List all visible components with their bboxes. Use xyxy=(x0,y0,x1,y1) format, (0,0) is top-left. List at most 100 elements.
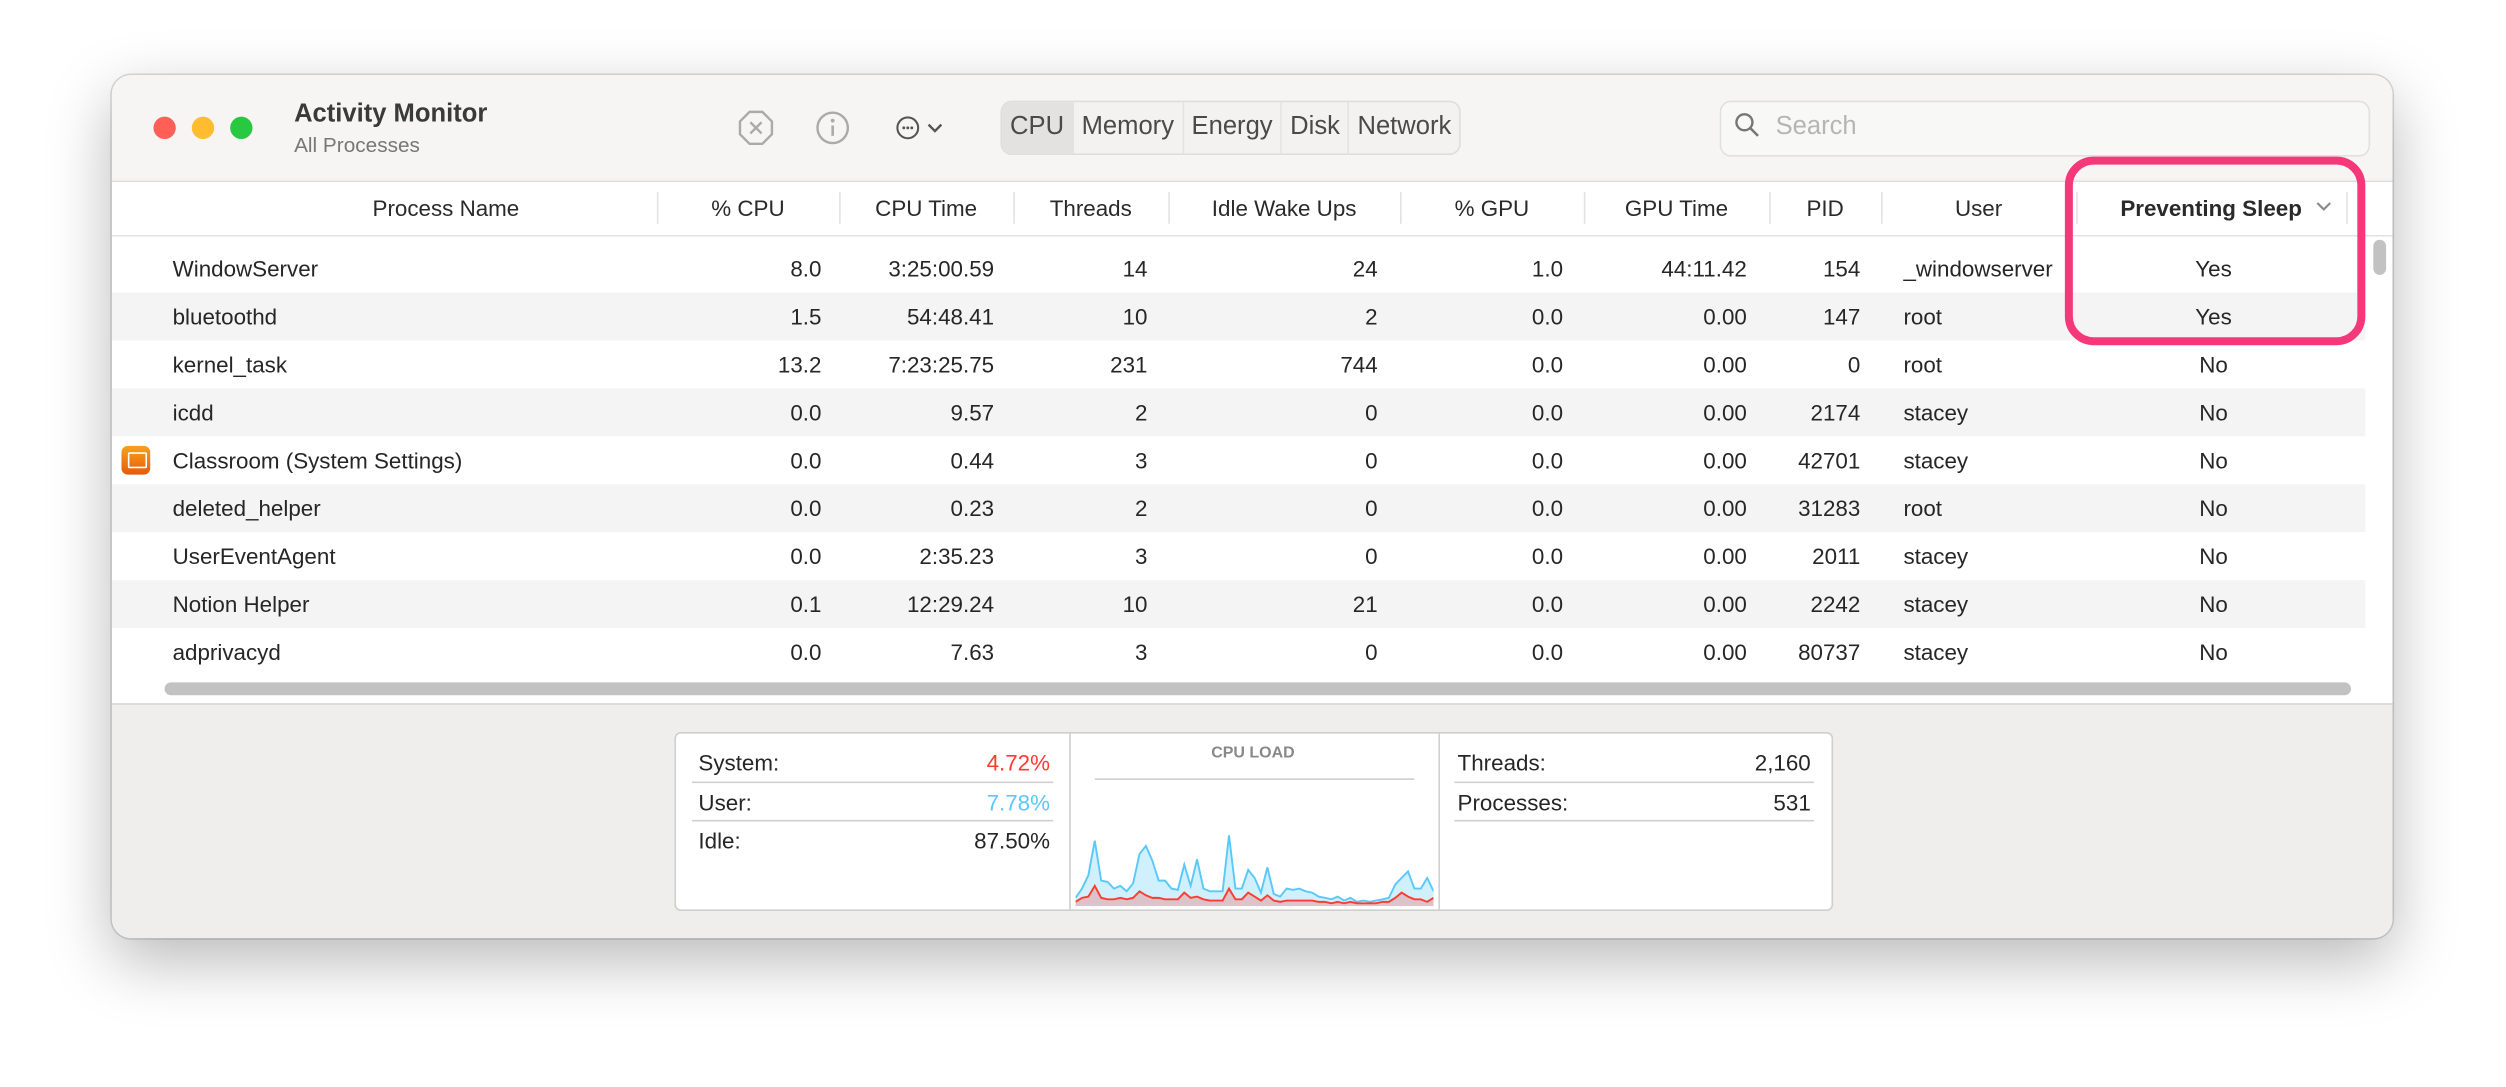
column-header-threads[interactable]: Threads xyxy=(1013,182,1168,235)
cell-idle-wake-ups: 0 xyxy=(1365,543,1378,569)
cell-process-name: icdd xyxy=(172,399,214,426)
cell-pid: 80737 xyxy=(1798,639,1861,665)
stop-process-icon[interactable] xyxy=(738,110,774,153)
activity-monitor-window: Activity Monitor All Processes CPU Memor… xyxy=(111,75,2393,939)
user-label: User: xyxy=(698,789,752,816)
column-separator[interactable] xyxy=(656,191,659,224)
cell-cpu-percent: 0.0 xyxy=(790,399,822,426)
tab-energy[interactable]: Energy xyxy=(1184,102,1283,154)
cell-process-name: kernel_task xyxy=(172,351,288,378)
column-header-gpu-time[interactable]: GPU Time xyxy=(1584,182,1769,235)
cell-threads: 2 xyxy=(1135,399,1148,426)
search-icon xyxy=(1734,112,1760,146)
tab-memory[interactable]: Memory xyxy=(1074,102,1184,154)
classroom-app-icon xyxy=(121,445,151,475)
cell-cpu-time: 2:35.23 xyxy=(919,543,995,569)
cell-user: stacey xyxy=(1903,447,1969,474)
column-header-cpu-percent[interactable]: % CPU xyxy=(657,182,839,235)
threads-value: 2,160 xyxy=(1754,749,1811,776)
tab-network[interactable]: Network xyxy=(1349,102,1459,153)
column-header-pid[interactable]: PID xyxy=(1769,182,1881,235)
close-window-button[interactable] xyxy=(153,116,176,140)
cell-gpu-percent: 0.0 xyxy=(1531,447,1564,474)
vertical-scrollbar[interactable] xyxy=(2373,239,2387,275)
column-separator[interactable] xyxy=(1168,191,1170,224)
cell-user: root xyxy=(1903,495,1943,522)
cell-user: root xyxy=(1903,351,1943,378)
cell-user: stacey xyxy=(1903,543,1969,569)
cell-gpu-time: 0.00 xyxy=(1703,303,1747,330)
table-header: Process Name% CPU CPU Time Threads Idle Wak… xyxy=(111,182,2393,237)
cell-cpu-time: 9.57 xyxy=(950,399,995,426)
cell-gpu-percent: 0.0 xyxy=(1531,543,1564,569)
info-icon[interactable] xyxy=(815,110,850,153)
toolbar: Activity Monitor All Processes CPU Memor… xyxy=(111,75,2393,183)
cell-preventing-sleep: No xyxy=(2199,639,2228,665)
column-separator[interactable] xyxy=(1881,191,1883,224)
table-row[interactable]: bluetoothd 1.5 54:48.41 10 2 0.0 0.00 147 root Ye… xyxy=(111,292,2366,341)
table-row[interactable]: Notion Helper 0.1 12:29.24 10 21 0.0 0.00 2242 s… xyxy=(111,580,2366,629)
cell-threads: 231 xyxy=(1110,351,1148,378)
minimize-window-button[interactable] xyxy=(191,116,215,140)
system-label: System: xyxy=(698,749,780,776)
cell-process-name: Notion Helper xyxy=(172,591,310,617)
cell-preventing-sleep: No xyxy=(2199,447,2228,474)
preventing-sleep-highlight xyxy=(2064,156,2366,346)
cell-gpu-percent: 1.0 xyxy=(1531,255,1564,282)
cell-threads: 10 xyxy=(1122,591,1148,617)
threads-label: Threads: xyxy=(1457,749,1546,776)
cell-threads: 3 xyxy=(1135,639,1148,665)
column-separator[interactable] xyxy=(1583,191,1586,224)
more-actions-button[interactable] xyxy=(895,113,953,150)
window-subtitle: All Processes xyxy=(294,132,420,157)
search-input[interactable] xyxy=(1772,111,2355,144)
table-row[interactable]: adprivacyd 0.0 7.63 3 0 0.0 0.00 80737 stacey No xyxy=(112,628,2365,676)
column-separator[interactable] xyxy=(1400,191,1402,224)
tab-disk[interactable]: Disk xyxy=(1282,102,1350,154)
cell-pid: 0 xyxy=(1847,351,1861,378)
column-header-user[interactable]: User xyxy=(1881,182,2076,235)
column-separator[interactable] xyxy=(839,191,841,224)
cell-gpu-percent: 0.0 xyxy=(1531,399,1564,426)
cell-threads: 3 xyxy=(1135,543,1148,569)
cell-pid: 2174 xyxy=(1810,399,1861,426)
cpu-summary-panel: System: 4.72% User: 7.78% Idle: 87.50% C… xyxy=(674,731,1834,911)
cell-gpu-time: 0.00 xyxy=(1703,495,1747,522)
idle-value: 87.50% xyxy=(974,827,1051,854)
table-row[interactable]: kernel_task 13.2 7:23:25.75 231 744 0.0 0.00 0 r… xyxy=(112,340,2365,388)
cell-pid: 147 xyxy=(1822,303,1861,330)
column-header-cpu-time[interactable]: CPU Time xyxy=(839,182,1013,235)
search-field[interactable] xyxy=(1719,100,2371,157)
window-title: Activity Monitor xyxy=(294,100,488,128)
table-row[interactable]: UserEventAgent 0.0 2:35.23 3 0 0.0 0.00 2011 sta… xyxy=(112,532,2365,580)
cell-preventing-sleep: No xyxy=(2199,543,2228,569)
tab-cpu[interactable]: CPU xyxy=(1002,102,1074,154)
cell-pid: 31283 xyxy=(1798,495,1861,522)
cell-cpu-percent: 0.0 xyxy=(790,495,822,522)
cell-cpu-percent: 8.0 xyxy=(790,255,822,282)
cell-user: stacey xyxy=(1903,591,1969,617)
table-row[interactable]: WindowServer 8.0 3:25:00.59 14 24 1.0 44:11.42… xyxy=(112,245,2365,293)
cell-cpu-percent: 13.2 xyxy=(777,351,822,378)
horizontal-scrollbar[interactable] xyxy=(164,682,2351,696)
cpu-load-chart xyxy=(1075,835,1434,907)
zoom-window-button[interactable] xyxy=(230,116,253,140)
table-row[interactable]: icdd 0.0 9.57 2 0 0.0 0.00 2174 stacey No xyxy=(111,388,2366,437)
cell-cpu-time: 3:25:00.59 xyxy=(888,255,995,282)
user-value: 7.78% xyxy=(986,789,1051,816)
cell-threads: 2 xyxy=(1135,495,1148,522)
column-separator[interactable] xyxy=(1769,191,1771,224)
cell-cpu-time: 0.44 xyxy=(950,447,995,474)
cell-user: _windowserver xyxy=(1903,255,2053,282)
view-tabs: CPU Memory Energy Disk Network xyxy=(1000,100,1461,156)
cell-idle-wake-ups: 0 xyxy=(1365,447,1378,474)
column-header-process-name[interactable]: Process Name xyxy=(173,182,720,235)
cell-cpu-time: 54:48.41 xyxy=(906,303,995,330)
cell-threads: 3 xyxy=(1135,447,1148,474)
table-row[interactable]: Classroom (System Settings) 0.0 0.44 3 0 0.0 0… xyxy=(112,436,2365,484)
column-header-gpu-percent[interactable]: % GPU xyxy=(1400,182,1584,235)
column-separator[interactable] xyxy=(1013,191,1015,224)
column-header-idle-wake-ups[interactable]: Idle Wake Ups xyxy=(1168,182,1400,235)
table-row[interactable]: deleted_helper 0.0 0.23 2 0 0.0 0.00 31283 root N… xyxy=(111,484,2366,533)
cell-preventing-sleep: No xyxy=(2199,351,2228,378)
